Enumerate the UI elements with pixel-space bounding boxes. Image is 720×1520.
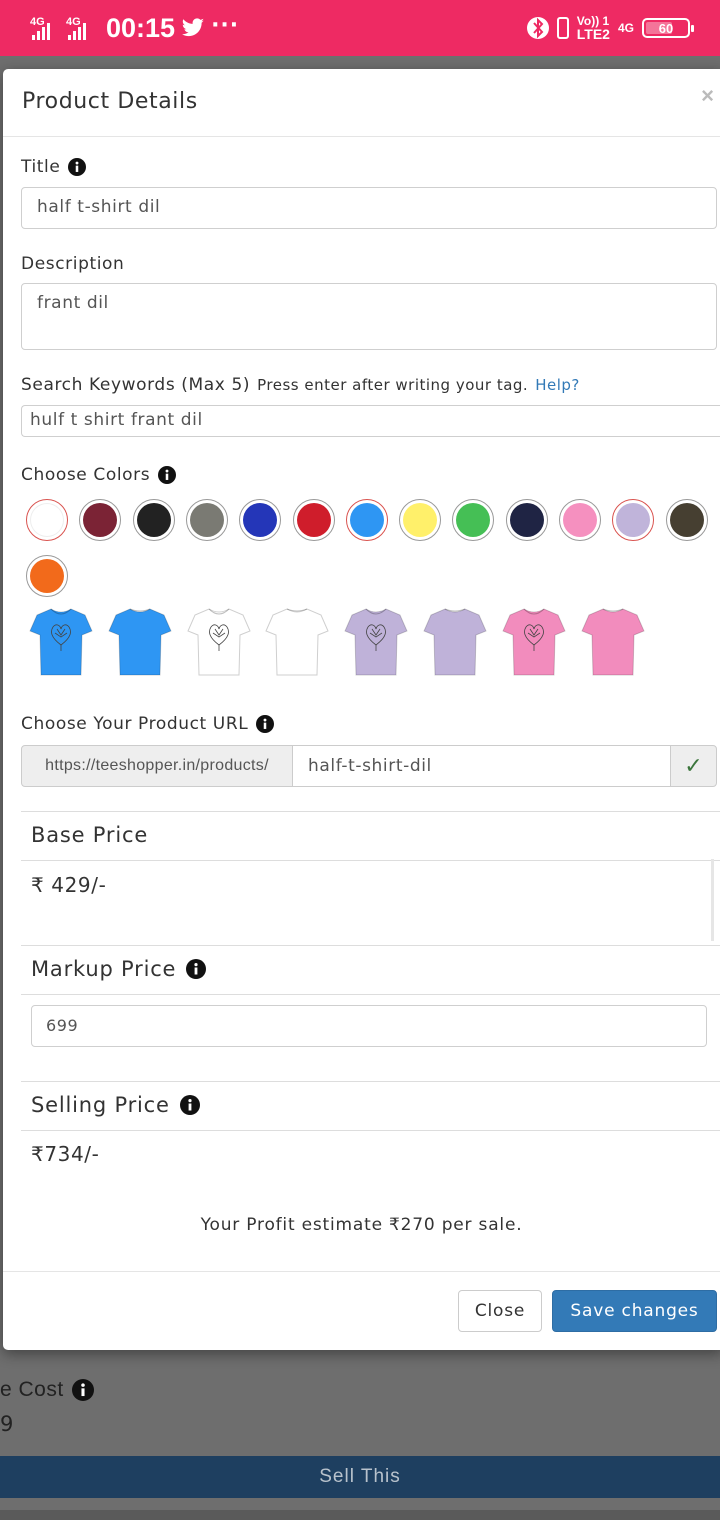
divider [21,860,720,861]
status-bar: 4G 4G 00:15 ··· Vo)) 1 LTE2 4G 60 [0,0,720,56]
battery-icon: 60 [642,18,694,38]
status-left: 4G 4G 00:15 ··· [30,10,239,46]
title-input[interactable]: half t-shirt dil [21,187,717,229]
bottom-strip [0,1510,720,1520]
tshirt-preview-back[interactable] [580,605,645,677]
keywords-label: Search Keywords (Max 5) [21,375,251,395]
color-swatch-green[interactable] [452,499,495,541]
color-swatch-red[interactable] [292,499,335,541]
markup-price-label: Markup Price [31,957,207,981]
tshirt-preview-front[interactable] [344,605,408,677]
background-cost-label: e Cost [0,1378,94,1402]
clock: 00:15 [106,12,176,43]
profit-estimate: Your Profit estimate ₹270 per sale. [200,1215,523,1235]
network-type-3: 4G [617,20,634,35]
color-swatch-grey[interactable] [185,499,228,541]
color-swatch-lavender[interactable] [612,499,655,541]
vibrate-icon [556,17,569,39]
signal-icon: 4G [30,14,60,42]
tshirt-preview-front[interactable] [29,605,93,677]
product-details-modal: Product Details × Title half t-shirt dil… [3,69,720,1350]
color-swatch-black[interactable] [132,499,175,541]
status-right: Vo)) 1 LTE2 4G 60 [526,12,694,44]
check-icon: ✓ [670,745,717,787]
description-label: Description [21,254,125,274]
divider [21,994,720,995]
bluetooth-icon [526,17,549,39]
url-input-group: https://teeshopper.in/products/ half-t-s… [21,745,717,787]
info-icon[interactable] [186,959,207,979]
modal-footer-divider [3,1271,720,1272]
panel-scrollbar [711,859,714,941]
signal-icon: 4G [66,14,96,42]
tshirt-preview-front[interactable] [186,605,251,677]
color-swatch-royal-blue[interactable] [239,499,282,541]
selling-price-label: Selling Price [31,1093,200,1117]
color-swatch-maroon[interactable] [79,499,122,541]
color-swatch-olive-brown[interactable] [665,499,708,541]
color-swatch-yellow[interactable] [399,499,442,541]
tshirt-preview-front[interactable] [502,605,566,677]
color-swatch-pink[interactable] [559,499,601,541]
url-slug-input[interactable]: half-t-shirt-dil [292,745,671,787]
divider [21,811,720,812]
base-price-label: Base Price [31,823,149,847]
keywords-help-link[interactable]: Help? [535,376,580,394]
battery-level: 60 [658,20,674,36]
close-button[interactable]: Close [458,1290,542,1332]
keywords-input[interactable]: hulf t shirt frant dil [21,405,720,437]
tshirt-preview-back[interactable] [265,605,330,677]
modal-title: Product Details [22,89,198,114]
title-label: Title [21,157,87,177]
modal-header: Product Details × [3,69,720,137]
description-textarea[interactable]: frant dil [21,283,717,350]
keywords-hint: Press enter after writing your tag. [257,376,529,394]
save-changes-button[interactable]: Save changes [552,1290,717,1332]
info-icon[interactable] [158,466,177,484]
color-swatch-sky-blue[interactable] [345,499,388,541]
info-icon[interactable] [68,158,87,176]
info-icon[interactable] [256,715,275,733]
background-cost-value: 9 [0,1412,14,1436]
markup-price-input[interactable]: 699 [31,1005,707,1047]
colors-label: Choose Colors [21,465,177,485]
color-swatch-orange[interactable] [26,555,68,597]
info-icon [71,1379,94,1401]
sell-this-button[interactable]: Sell This [0,1456,720,1498]
divider [21,945,720,946]
keywords-label-row: Search Keywords (Max 5) Press enter afte… [21,375,580,395]
more-notifications-icon: ··· [211,12,240,38]
info-icon[interactable] [179,1095,200,1115]
twitter-icon [181,18,205,37]
color-swatch-white[interactable] [26,499,68,541]
color-swatch-navy[interactable] [505,499,548,541]
divider [21,1081,720,1082]
volte-indicator: Vo)) 1 LTE2 [576,14,610,42]
divider [21,1130,720,1131]
base-price-value: ₹ 429/- [31,873,107,897]
close-icon[interactable]: × [701,83,714,109]
selling-price-value: ₹734/- [31,1142,100,1166]
url-prefix: https://teeshopper.in/products/ [21,745,293,787]
tshirt-preview-back[interactable] [108,605,172,677]
url-label: Choose Your Product URL [21,714,275,734]
tshirt-preview-back[interactable] [423,605,487,677]
